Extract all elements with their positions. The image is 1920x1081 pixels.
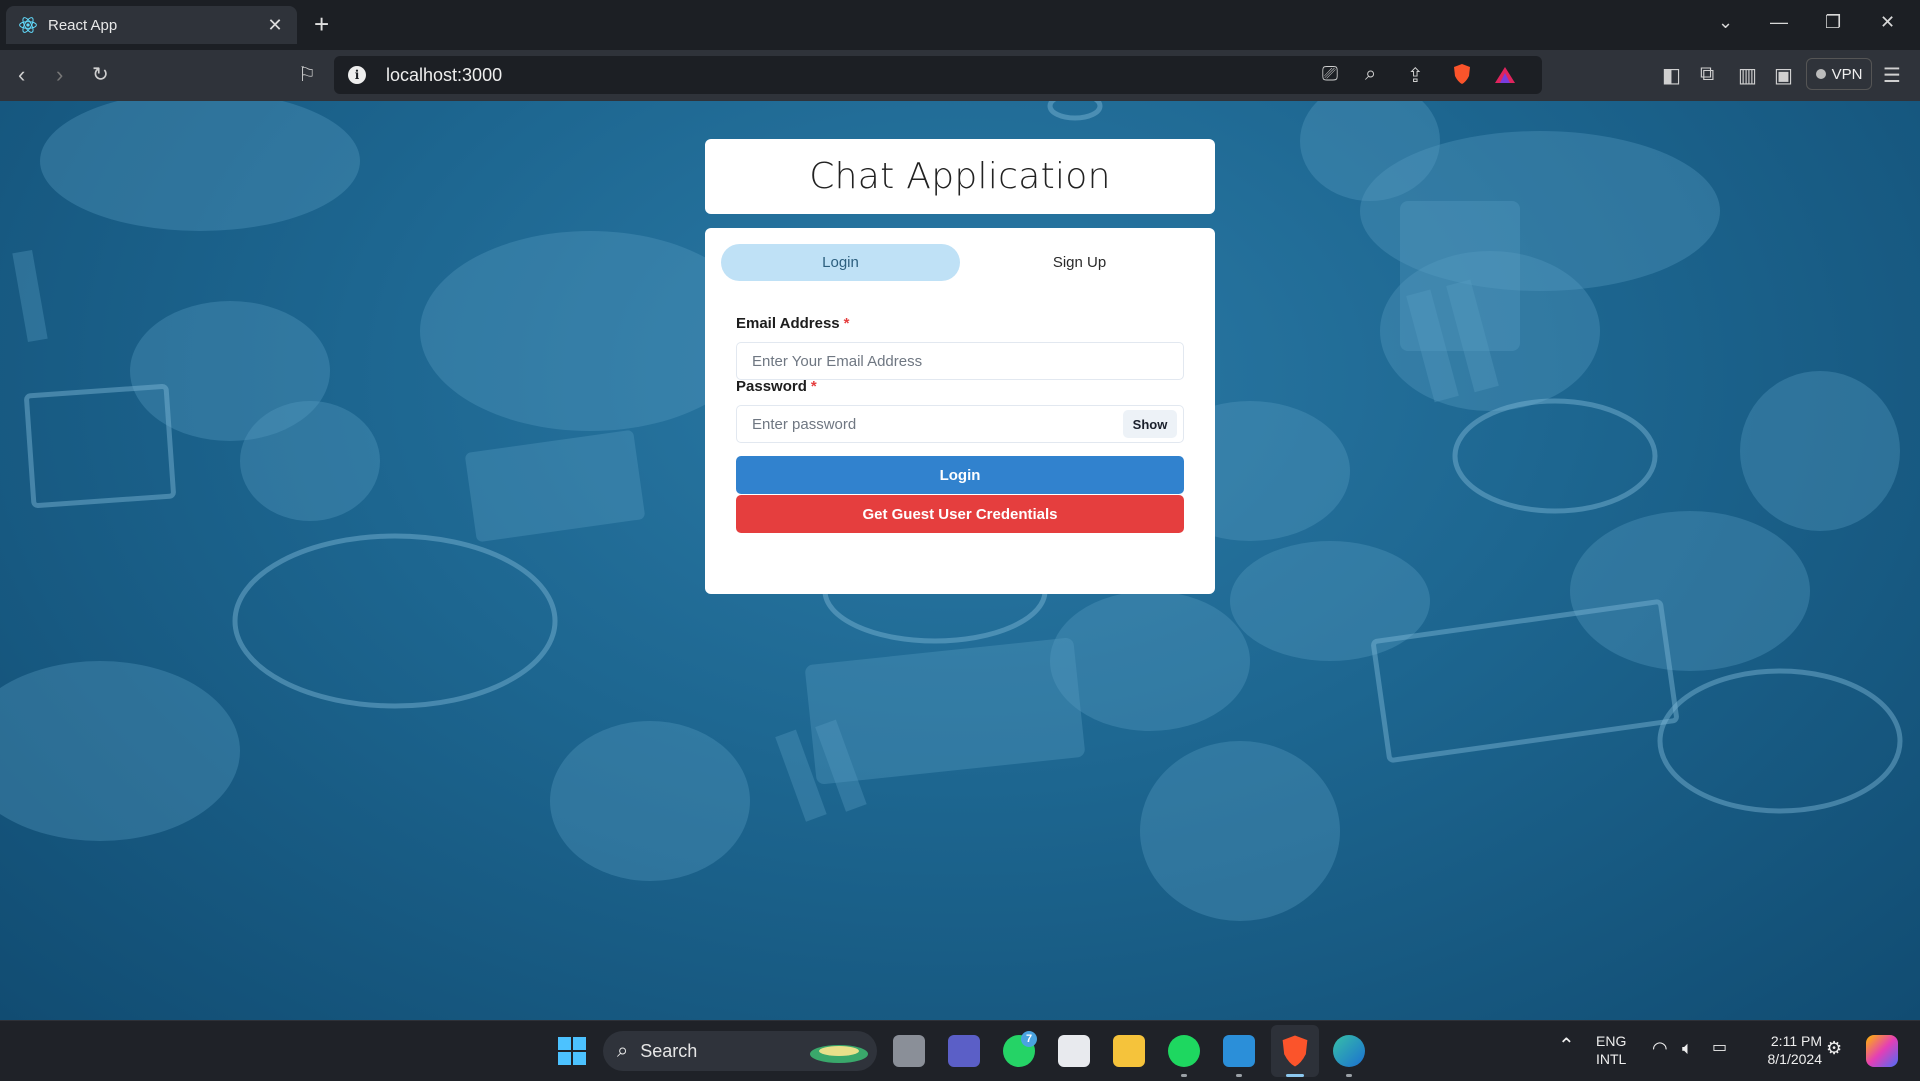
vpn-status-icon	[1815, 69, 1826, 79]
site-info-icon[interactable]: i	[348, 66, 366, 84]
whatsapp-badge: 7	[1021, 1031, 1037, 1047]
auth-card: Login Sign Up Email Address* Password* S…	[705, 228, 1215, 594]
vpn-button[interactable]: VPN	[1806, 58, 1872, 90]
notifications-icon[interactable]: ⚙	[1826, 1039, 1842, 1057]
edge-running-indicator	[1346, 1074, 1352, 1077]
cast-icon[interactable]: ⎚	[1322, 63, 1338, 86]
search-highlight-icon	[810, 1045, 868, 1063]
leo-ai-icon[interactable]: ◧	[1662, 63, 1681, 88]
password-label: Password *	[736, 378, 817, 395]
browser-titlebar: React App ✕ + ⌄ — ❐ ✕	[0, 0, 1920, 50]
brave-rewards-icon[interactable]	[1494, 66, 1516, 84]
taskbar-search[interactable]: ⌕ Search	[603, 1031, 877, 1071]
bookmark-icon[interactable]: ⚐	[298, 62, 316, 87]
share-icon[interactable]: ⇪	[1407, 63, 1424, 88]
wifi-icon[interactable]: ◠	[1652, 1039, 1668, 1057]
tab-login[interactable]: Login	[721, 244, 960, 281]
address-bar[interactable]: i localhost:3000	[334, 56, 1542, 94]
reload-icon[interactable]: ↻	[92, 62, 109, 87]
clock-date: 8/1/2024	[1767, 1051, 1823, 1067]
battery-icon[interactable]: ▭	[1712, 1039, 1727, 1057]
new-tab-button[interactable]: +	[314, 10, 329, 38]
windows-start-icon[interactable]	[557, 1036, 587, 1066]
sidebar-icon[interactable]: ▥	[1738, 63, 1757, 88]
password-required-mark: *	[810, 378, 817, 395]
volume-icon[interactable]: 🔈︎	[1682, 1039, 1693, 1057]
language-code: ENG	[1596, 1033, 1627, 1049]
back-icon[interactable]: ‹	[18, 62, 25, 88]
brave-active-indicator	[1286, 1074, 1304, 1077]
auth-tabs: Login Sign Up	[721, 244, 1199, 281]
wallet-icon[interactable]: ▣	[1774, 63, 1793, 88]
tab-list-chevron-icon[interactable]: ⌄	[1718, 12, 1733, 33]
file-explorer-icon[interactable]	[1113, 1035, 1145, 1067]
restore-icon[interactable]: ❐	[1825, 12, 1841, 33]
spotify-running-indicator	[1181, 1074, 1187, 1077]
microsoft-store-icon[interactable]	[1058, 1035, 1090, 1067]
email-label-text: Email Address	[736, 315, 840, 332]
menu-icon[interactable]: ☰	[1883, 63, 1901, 88]
email-field[interactable]	[736, 342, 1184, 380]
vpn-label: VPN	[1831, 65, 1863, 83]
tab-title: React App	[48, 16, 118, 34]
teams-icon[interactable]	[948, 1035, 980, 1067]
brave-browser-icon[interactable]	[1279, 1034, 1311, 1068]
tray-overflow-chevron-icon[interactable]: ⌃	[1558, 1036, 1575, 1056]
page-title: Chat Application	[809, 156, 1111, 197]
vscode-icon[interactable]	[1223, 1035, 1255, 1067]
react-logo-icon	[19, 17, 37, 33]
email-required-mark: *	[843, 315, 850, 332]
copilot-icon[interactable]	[1866, 1035, 1898, 1067]
close-window-icon[interactable]: ✕	[1880, 12, 1895, 33]
password-label-text: Password	[736, 378, 807, 395]
vscode-running-indicator	[1236, 1074, 1242, 1077]
clock-time: 2:11 PM	[1770, 1033, 1822, 1049]
email-label: Email Address *	[736, 315, 850, 332]
page-viewport: Chat Application Login Sign Up Email Add…	[0, 101, 1920, 1020]
app-title-card: Chat Application	[705, 139, 1215, 214]
clock[interactable]: 2:11 PM 8/1/2024	[1750, 1032, 1823, 1068]
login-button[interactable]: Login	[736, 456, 1184, 494]
brave-shields-icon[interactable]	[1452, 63, 1472, 85]
forward-icon[interactable]: ›	[56, 62, 63, 88]
tab-close-icon[interactable]: ✕	[265, 15, 285, 36]
minimize-icon[interactable]: —	[1770, 12, 1788, 33]
show-password-button[interactable]: Show	[1123, 410, 1177, 438]
password-field[interactable]	[736, 405, 1184, 443]
url-text: localhost:3000	[386, 64, 503, 85]
search-label: Search	[640, 1040, 698, 1061]
extensions-icon[interactable]: ⧉	[1700, 63, 1714, 86]
language-indicator[interactable]: ENG INTL	[1596, 1032, 1626, 1068]
zoom-icon[interactable]: ⌕	[1365, 63, 1376, 86]
edge-icon[interactable]	[1333, 1035, 1365, 1067]
search-icon: ⌕	[617, 1039, 629, 1062]
guest-credentials-button[interactable]: Get Guest User Credentials	[736, 495, 1184, 533]
tab-sign-up[interactable]: Sign Up	[960, 244, 1199, 281]
task-view-icon[interactable]	[893, 1035, 925, 1067]
keyboard-layout: INTL	[1596, 1051, 1627, 1067]
spotify-icon[interactable]	[1168, 1035, 1200, 1067]
browser-tab[interactable]: React App ✕	[6, 6, 297, 44]
taskbar: ⌕ Search 7 ⌃ ENG INTL ◠ 🔈︎ ▭ 2:11 PM 8/1…	[0, 1020, 1920, 1081]
